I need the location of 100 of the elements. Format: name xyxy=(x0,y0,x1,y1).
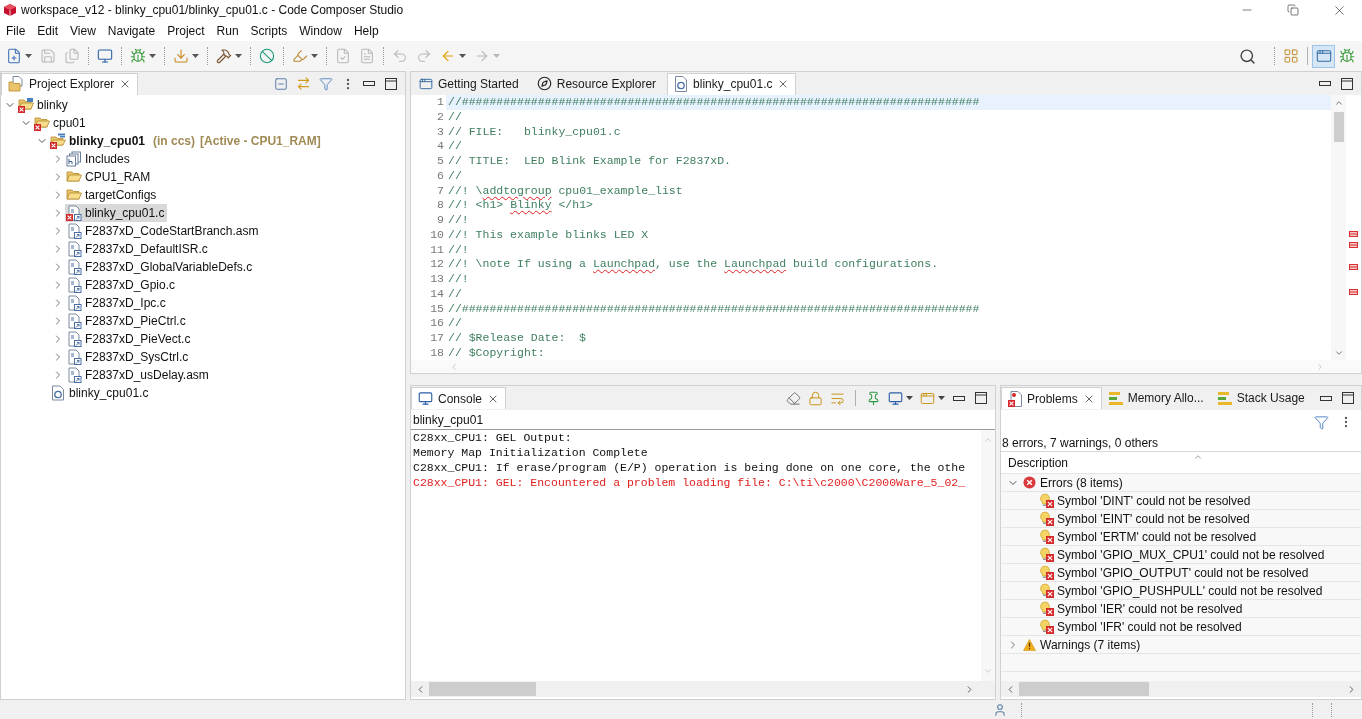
horizontal-scrollbar[interactable] xyxy=(411,360,1361,373)
tree-item[interactable]: F2837xD_DefaultISR.c xyxy=(65,240,211,258)
problem-row[interactable]: Symbol 'ERTM' could not be resolved xyxy=(1001,528,1361,546)
menu-item[interactable]: Scripts xyxy=(244,21,294,40)
tab[interactable]: blinky_cpu01.c xyxy=(667,72,797,95)
tree-item[interactable]: F2837xD_SysCtrl.c xyxy=(65,348,192,366)
eraser-icon[interactable] xyxy=(786,390,801,406)
filter-icon[interactable] xyxy=(319,76,333,91)
person-icon[interactable] xyxy=(993,702,1007,717)
tree-item[interactable]: cpu01 xyxy=(33,114,89,132)
vertical-scrollbar[interactable] xyxy=(1331,95,1346,360)
tree-item[interactable]: F2837xD_GlobalVariableDefs.c xyxy=(65,258,256,276)
problem-row[interactable]: Symbol 'EINT' could not be resolved xyxy=(1001,510,1361,528)
problem-group-row[interactable]: Warnings (7 items) xyxy=(1001,636,1361,654)
caret-down-icon[interactable] xyxy=(25,54,32,58)
tree-item[interactable]: F2837xD_usDelay.asm xyxy=(65,366,212,384)
tab[interactable]: Getting Started xyxy=(412,72,526,95)
hammer-icon[interactable] xyxy=(216,48,232,64)
minus-square-icon[interactable] xyxy=(274,76,288,91)
pin-icon[interactable] xyxy=(866,390,881,406)
chevron-down-icon[interactable] xyxy=(983,666,993,676)
maximize-icon[interactable] xyxy=(1341,77,1353,90)
restore-icon[interactable] xyxy=(1287,4,1299,16)
horizontal-scrollbar[interactable] xyxy=(1001,681,1361,697)
file-plus-icon[interactable] xyxy=(6,48,22,64)
tree-item[interactable]: blinky_cpu01.c xyxy=(49,384,152,402)
menu-item[interactable]: Help xyxy=(347,21,385,40)
chevron-right-icon[interactable] xyxy=(1315,361,1325,372)
layout-grid-icon[interactable] xyxy=(1283,48,1299,64)
monitor-icon[interactable] xyxy=(97,48,113,64)
monitor-icon[interactable] xyxy=(888,390,903,406)
error-marker-icon[interactable] xyxy=(1349,289,1358,295)
maximize-icon[interactable] xyxy=(975,392,987,404)
menu-item[interactable]: Edit xyxy=(31,21,65,40)
problem-row[interactable]: Symbol 'GPIO_PUSHPULL' could not be resolved xyxy=(1001,582,1361,600)
horizontal-scrollbar[interactable] xyxy=(411,681,995,697)
minimize-icon[interactable] xyxy=(1319,81,1331,86)
circle-slash-icon[interactable] xyxy=(259,48,275,64)
menu-item[interactable]: View xyxy=(64,21,102,40)
maximize-icon[interactable] xyxy=(1341,392,1354,404)
tree-item[interactable]: blinky_cpu01 xyxy=(49,132,149,150)
vertical-scrollbar[interactable] xyxy=(981,430,995,681)
scrollbar-thumb[interactable] xyxy=(1333,112,1344,142)
error-marker-icon[interactable] xyxy=(1349,242,1358,248)
wrap-text-icon[interactable] xyxy=(830,390,845,406)
bug-icon[interactable] xyxy=(130,48,146,64)
minimize-icon[interactable] xyxy=(1319,395,1332,401)
problem-row[interactable]: Symbol 'GPIO_OUTPUT' could not be resolved xyxy=(1001,564,1361,582)
menu-item[interactable]: Navigate xyxy=(101,21,162,40)
error-marker-icon[interactable] xyxy=(1349,231,1358,237)
tab[interactable]: Console xyxy=(411,387,507,409)
tab[interactable]: Stack Usage xyxy=(1210,387,1312,409)
menu-item[interactable]: Project xyxy=(161,21,211,40)
caret-down-icon[interactable] xyxy=(459,54,466,58)
maximize-icon[interactable] xyxy=(385,77,397,90)
menu-item[interactable]: Window xyxy=(293,21,348,40)
lightbulb-error-icon xyxy=(1039,601,1054,616)
problem-group-row[interactable]: Errors (8 items) xyxy=(1001,474,1361,492)
problem-row[interactable]: Symbol 'GPIO_MUX_CPU1' could not be resolved xyxy=(1001,546,1361,564)
caret-down-icon[interactable] xyxy=(906,396,913,400)
console-line: Memory Map Initialization Complete xyxy=(413,446,648,459)
tree-item[interactable]: F2837xD_CodeStartBranch.asm xyxy=(65,222,262,240)
tab[interactable]: Problems xyxy=(1001,387,1102,409)
minimize-icon[interactable] xyxy=(953,395,965,401)
arrows-left-right-icon[interactable] xyxy=(296,76,311,91)
minimize-icon[interactable] xyxy=(363,81,375,86)
tab[interactable]: Resource Explorer xyxy=(529,72,664,95)
chevron-left-icon[interactable] xyxy=(449,361,459,372)
perspective-button[interactable] xyxy=(1312,44,1335,68)
menu-item[interactable]: File xyxy=(0,21,32,40)
tab[interactable]: Memory Allo... xyxy=(1101,387,1211,409)
caret-down-icon[interactable] xyxy=(149,54,156,58)
scrollbar-thumb[interactable] xyxy=(429,682,536,696)
tree-item[interactable]: Includes xyxy=(65,150,133,168)
caret-down-icon[interactable] xyxy=(938,396,945,400)
menu-item[interactable]: Run xyxy=(210,21,245,40)
tree-item[interactable]: F2837xD_Ipc.c xyxy=(65,294,169,312)
tree-item[interactable]: CPU1_RAM xyxy=(65,168,154,186)
chevron-up-icon[interactable] xyxy=(1333,98,1344,108)
chevron-down-icon[interactable] xyxy=(1333,348,1344,358)
line-number: 4 xyxy=(437,139,444,154)
tab[interactable]: Project Explorer xyxy=(1,72,139,95)
caret-down-icon[interactable] xyxy=(311,54,318,58)
error-marker-icon[interactable] xyxy=(1349,264,1358,270)
tree-item[interactable]: targetConfigs xyxy=(65,186,160,204)
scrollbar-thumb[interactable] xyxy=(1019,682,1149,696)
problem-row[interactable]: Symbol 'IFR' could not be resolved xyxy=(1001,618,1361,636)
problem-row[interactable]: Symbol 'DINT' could not be resolved xyxy=(1001,492,1361,510)
caret-down-icon[interactable] xyxy=(192,54,199,58)
filter-icon[interactable] xyxy=(1314,414,1329,430)
search-icon[interactable] xyxy=(1239,47,1256,65)
tree-item[interactable]: blinky_cpu01.c xyxy=(65,204,168,222)
caret-down-icon[interactable] xyxy=(235,54,242,58)
problem-row[interactable]: Symbol 'IER' could not be resolved xyxy=(1001,600,1361,618)
tree-item[interactable]: blinky xyxy=(17,96,71,114)
tree-item[interactable]: F2837xD_PieVect.c xyxy=(65,330,194,348)
tree-item[interactable]: F2837xD_Gpio.c xyxy=(65,276,179,294)
tree-item[interactable]: F2837xD_PieCtrl.c xyxy=(65,312,189,330)
lock-icon[interactable] xyxy=(808,390,823,406)
chevron-up-icon[interactable] xyxy=(983,435,993,445)
